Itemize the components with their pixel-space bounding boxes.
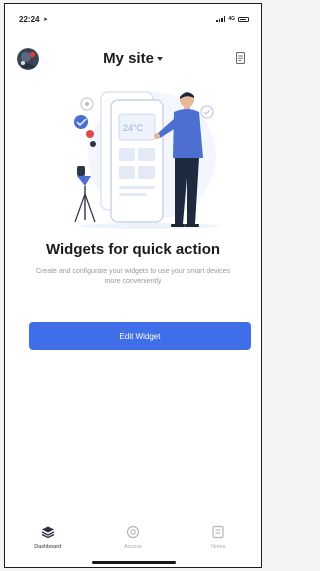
site-selector[interactable]: My site: [5, 50, 261, 67]
battery-icon: [238, 16, 249, 22]
tab-dashboard[interactable]: Dashboard: [5, 521, 90, 557]
empty-state-headline: Widgets for quick action: [45, 241, 221, 258]
status-time: 22:24: [19, 15, 40, 24]
empty-state-description: Create and configurate your widgets to u…: [35, 268, 231, 285]
edit-widget-button[interactable]: Edit Widget: [29, 322, 251, 350]
status-bar: 22:24 ➤ 4G: [5, 4, 261, 30]
dashboard-icon: [41, 526, 54, 539]
tab-access[interactable]: Access: [90, 521, 175, 557]
app-screen: 22:24 ➤ 4G My site 24°C Widgets for quic…: [4, 3, 262, 568]
tab-label: Access: [124, 544, 142, 550]
document-icon[interactable]: [236, 52, 245, 64]
home-indicator: [92, 561, 176, 564]
status-indicators: 4G: [216, 16, 249, 22]
tab-label: Notes: [211, 544, 226, 550]
chevron-down-icon: [156, 57, 163, 62]
widgets-illustration: 24°C: [74, 91, 219, 229]
access-icon: [126, 525, 140, 539]
tab-label: Dashboard: [34, 544, 62, 550]
bottom-tab-bar: Dashboard Access Notes: [5, 521, 261, 557]
tab-notes[interactable]: Notes: [176, 521, 261, 557]
notes-icon: [212, 525, 224, 539]
location-arrow-icon: ➤: [43, 17, 49, 23]
phone-screen-temperature: 24°C: [123, 123, 144, 133]
site-title: My site: [103, 50, 154, 67]
signal-icon: [216, 16, 226, 22]
network-type: 4G: [228, 16, 235, 22]
